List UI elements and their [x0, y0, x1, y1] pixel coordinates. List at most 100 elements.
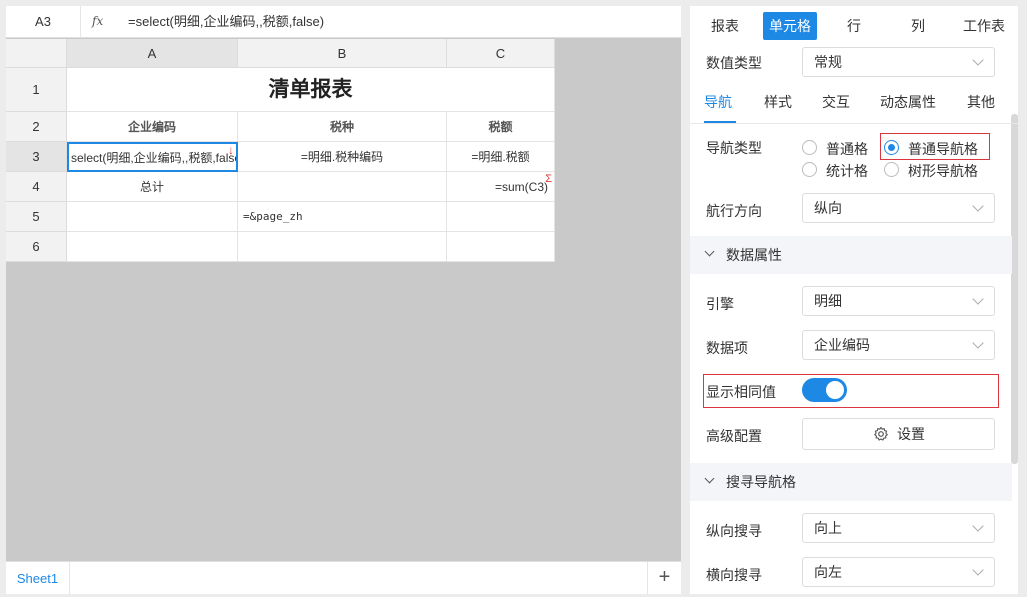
direction-value: 纵向 [814, 200, 842, 216]
engine-select[interactable]: 明细 [802, 286, 995, 316]
section-search-nav-title: 搜寻导航格 [726, 474, 796, 490]
subtab-other[interactable]: 其他 [967, 92, 995, 112]
cell-b3[interactable]: =明细.税种编码 [238, 142, 447, 172]
cell-a6[interactable] [67, 232, 238, 262]
tab-cell[interactable]: 单元格 [763, 12, 817, 40]
row-header-3[interactable]: 3 [6, 142, 67, 172]
report-title-cell[interactable]: 清单报表 [67, 68, 555, 112]
function-icon[interactable]: fx [92, 6, 112, 38]
horizontal-search-select[interactable]: 向左 [802, 557, 995, 587]
grid-corner[interactable] [6, 39, 67, 68]
add-sheet-icon[interactable]: + [647, 562, 681, 595]
horizontal-search-label: 横向搜寻 [706, 567, 762, 583]
subtab-divider [690, 123, 1018, 124]
settings-button[interactable]: 设置 [802, 418, 995, 450]
chevron-down-icon [972, 337, 984, 349]
radio-tree-nav-cell-label[interactable]: 树形导航格 [908, 161, 978, 181]
row-header-2[interactable]: 2 [6, 112, 67, 142]
row-header-5[interactable]: 5 [6, 202, 67, 232]
radio-normal-nav-cell[interactable] [884, 140, 899, 155]
toggle-knob [826, 381, 844, 399]
subtab-underline [704, 121, 736, 123]
data-item-label: 数据项 [706, 340, 748, 356]
sheet-tab-bar: Sheet1 + [6, 561, 681, 595]
radio-normal-cell[interactable] [802, 140, 817, 155]
cell-c3-text: =明细.税额 [471, 150, 530, 164]
tab-row[interactable]: 行 [840, 12, 868, 40]
cell-a2[interactable]: 企业编码 [67, 112, 238, 142]
engine-value: 明细 [814, 293, 842, 309]
cell-c2[interactable]: 税额 [447, 112, 555, 142]
formula-bar: A3 fx =select(明细,企业编码,,税额,false) [6, 6, 681, 38]
chevron-down-icon [972, 200, 984, 212]
radio-stat-cell-label[interactable]: 统计格 [826, 161, 868, 181]
tab-column[interactable]: 列 [904, 12, 932, 40]
cell-b2[interactable]: 税种 [238, 112, 447, 142]
horizontal-search-value: 向左 [814, 564, 842, 580]
section-data-properties-title: 数据属性 [726, 247, 782, 263]
chevron-down-icon [972, 293, 984, 305]
cell-b4[interactable] [238, 172, 447, 202]
chevron-down-icon [972, 54, 984, 66]
vertical-search-select[interactable]: 向上 [802, 513, 995, 543]
formula-input[interactable]: =select(明细,企业编码,,税额,false) [128, 6, 324, 38]
chevron-down-icon [704, 246, 715, 257]
cell-a3-selected[interactable]: select(明细,企业编码,,税额,false) ↓ [67, 142, 238, 172]
radio-tree-nav-cell[interactable] [884, 162, 899, 177]
sheet-tab-sheet1[interactable]: Sheet1 [6, 562, 70, 595]
direction-label: 航行方向 [706, 203, 762, 219]
nav-type-label: 导航类型 [706, 140, 762, 156]
chevron-down-icon [972, 520, 984, 532]
spreadsheet-area: A3 fx =select(明细,企业编码,,税额,false) A B C 1… [6, 6, 681, 595]
subtab-navigation[interactable]: 导航 [704, 92, 732, 112]
radio-normal-nav-cell-label[interactable]: 普通导航格 [908, 139, 978, 159]
section-search-nav[interactable]: 搜寻导航格 [690, 463, 1012, 501]
cell-c3[interactable]: =明细.税额 [447, 142, 555, 172]
vertical-search-label: 纵向搜寻 [706, 523, 762, 539]
cell-a5[interactable] [67, 202, 238, 232]
cell-b5[interactable]: =&page_zh [238, 202, 447, 232]
panel-scrollbar[interactable] [1011, 114, 1018, 464]
subtab-interaction[interactable]: 交互 [822, 92, 850, 112]
gear-icon [874, 426, 888, 441]
radio-normal-cell-label[interactable]: 普通格 [826, 139, 868, 159]
row-header-6[interactable]: 6 [6, 232, 67, 262]
row-header-1[interactable]: 1 [6, 68, 67, 112]
tab-worksheet[interactable]: 工作表 [958, 12, 1010, 40]
cell-b6[interactable] [238, 232, 447, 262]
engine-label: 引擎 [706, 296, 734, 312]
direction-select[interactable]: 纵向 [802, 193, 995, 223]
column-header-c[interactable]: C [447, 39, 555, 68]
chevron-down-icon [704, 473, 715, 484]
show-same-value-label: 显示相同值 [706, 384, 776, 400]
section-data-properties[interactable]: 数据属性 [690, 236, 1012, 274]
cell-c4[interactable]: =sum(C3) Σ [447, 172, 555, 202]
column-header-a[interactable]: A [67, 39, 238, 68]
value-type-label: 数值类型 [706, 55, 762, 71]
data-item-select[interactable]: 企业编码 [802, 330, 995, 360]
subtab-dynamic[interactable]: 动态属性 [880, 92, 936, 112]
cell-c5[interactable] [447, 202, 555, 232]
radio-stat-cell[interactable] [802, 162, 817, 177]
row-header-4[interactable]: 4 [6, 172, 67, 202]
value-type-value: 常规 [814, 54, 842, 70]
panel-tabs: 报表 单元格 行 列 工作表 [690, 6, 1018, 46]
advanced-config-label: 高级配置 [706, 428, 762, 444]
subtab-style[interactable]: 样式 [764, 92, 792, 112]
settings-button-label: 设置 [897, 426, 925, 442]
value-type-select[interactable]: 常规 [802, 47, 995, 77]
tab-report[interactable]: 报表 [704, 12, 746, 40]
cell-c4-text: =sum(C3) [494, 180, 548, 194]
cell-c6[interactable] [447, 232, 555, 262]
chevron-down-icon [972, 564, 984, 576]
show-same-value-toggle[interactable] [802, 378, 847, 402]
expand-down-icon: ↓ [228, 143, 234, 157]
spreadsheet-grid: A B C 1 2 3 4 5 6 清单报表 企业编码 税种 税额 select… [6, 39, 555, 262]
column-header-b[interactable]: B [238, 39, 447, 68]
cell-a3-text: select(明细,企业编码,,税额,false) [71, 151, 238, 165]
cell-a4[interactable]: 总计 [67, 172, 238, 202]
cell-reference[interactable]: A3 [6, 6, 81, 38]
property-panel: 报表 单元格 行 列 工作表 数值类型 常规 导航 样式 交互 动态属性 其他 … [690, 6, 1018, 594]
vertical-search-value: 向上 [814, 520, 842, 536]
sum-icon: Σ [545, 173, 552, 185]
